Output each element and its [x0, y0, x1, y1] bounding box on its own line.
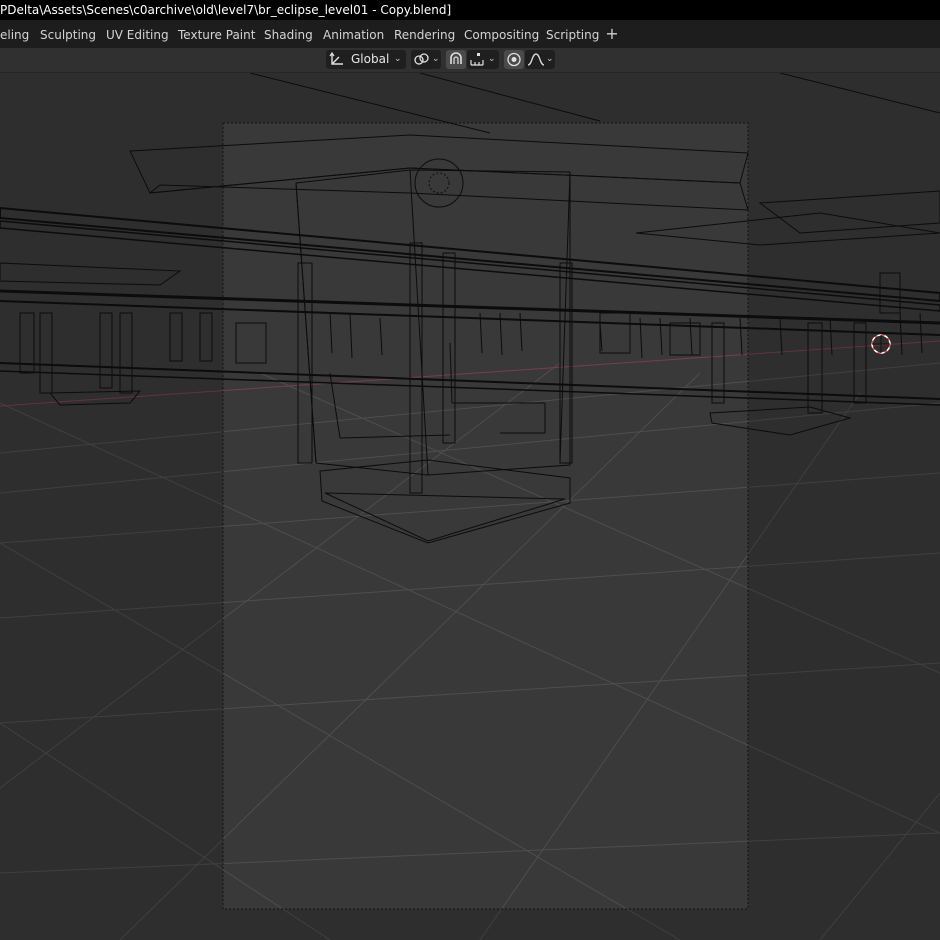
camera-frame-mask	[0, 73, 940, 940]
pivot-point-icon	[414, 53, 429, 65]
transform-orientation-dropdown[interactable]: Global ⌄	[326, 50, 406, 69]
add-workspace-button[interactable]: +	[605, 20, 619, 48]
snap-icon	[450, 52, 462, 64]
proportional-falloff-dropdown[interactable]: ⌄	[525, 50, 555, 69]
window-title: PDelta\Assets\Scenes\c0archive\old\level…	[0, 3, 452, 17]
transform-orientation-label: Global	[351, 52, 390, 66]
tab-shading[interactable]: Shading	[264, 20, 313, 48]
3d-viewport[interactable]	[0, 73, 940, 940]
tab-uv-editing[interactable]: UV Editing	[106, 20, 169, 48]
tab-texture-paint[interactable]: Texture Paint	[178, 20, 255, 48]
pivot-point-dropdown[interactable]: ⌄	[411, 50, 441, 69]
snap-increment-icon	[470, 53, 484, 66]
3d-cursor	[871, 334, 891, 354]
chevron-down-icon: ⌄	[546, 54, 554, 64]
proportional-editing-icon	[507, 52, 521, 67]
camera-frame-border	[222, 122, 749, 910]
tab-sculpting[interactable]: Sculpting	[40, 20, 96, 48]
snap-toggle[interactable]	[446, 50, 466, 69]
falloff-icon	[527, 53, 545, 66]
tab-animation[interactable]: Animation	[323, 20, 384, 48]
proportional-editing-toggle[interactable]	[504, 50, 524, 69]
tab-compositing[interactable]: Compositing	[464, 20, 539, 48]
workspace-tab-bar: eling Sculpting UV Editing Texture Paint…	[0, 20, 940, 48]
tab-modeling[interactable]: eling	[0, 20, 29, 48]
viewport-header: Global ⌄ ⌄ ⌄ ⌄	[0, 48, 940, 73]
snap-target-dropdown[interactable]: ⌄	[467, 50, 499, 69]
chevron-down-icon: ⌄	[488, 54, 496, 64]
viewport-scene	[0, 73, 940, 940]
window-title-bar: PDelta\Assets\Scenes\c0archive\old\level…	[0, 0, 940, 20]
transform-orientation-icon	[329, 52, 343, 65]
chevron-down-icon: ⌄	[394, 54, 402, 64]
chevron-down-icon: ⌄	[432, 54, 440, 64]
tab-rendering[interactable]: Rendering	[394, 20, 455, 48]
tab-scripting[interactable]: Scripting	[546, 20, 599, 48]
